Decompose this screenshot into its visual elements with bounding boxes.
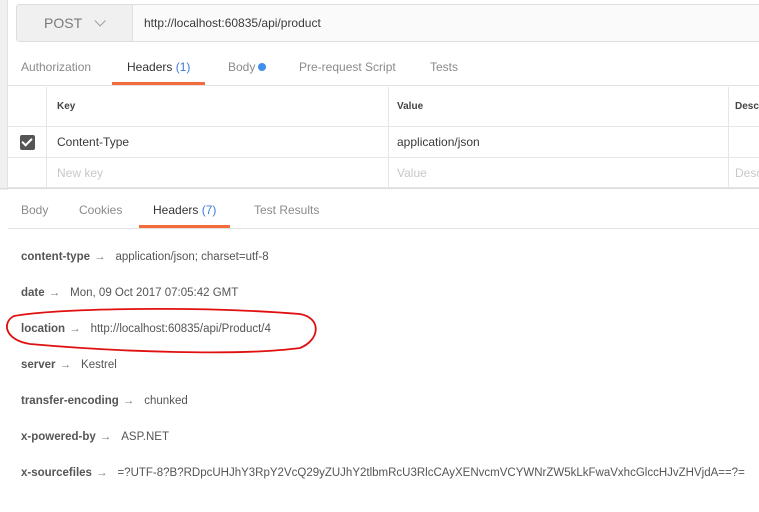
- request-bar: POST http://localhost:60835/api/product: [16, 4, 759, 42]
- response-header-key: server: [21, 359, 56, 371]
- response-tabs: Body Cookies Headers (7) Test Results: [8, 197, 759, 229]
- header-key-input[interactable]: Content-Type: [46, 127, 388, 157]
- chevron-down-icon: [94, 15, 106, 27]
- method-select[interactable]: POST: [17, 5, 133, 41]
- new-description-input[interactable]: Desc: [728, 158, 759, 187]
- response-header-value: http://localhost:60835/api/Product/4: [90, 323, 271, 335]
- response-header-value: application/json; charset=utf-8: [115, 251, 269, 263]
- column-header-description: Descr: [728, 87, 759, 126]
- list-item: date → Mon, 09 Oct 2017 07:05:42 GMT: [21, 284, 238, 302]
- left-gutter: [0, 0, 8, 190]
- table-row: Content-Type application/json: [8, 127, 759, 158]
- tab-body-label: Body: [228, 60, 256, 74]
- tab-authorization[interactable]: Authorization: [21, 54, 91, 85]
- arrow-right-icon: →: [59, 359, 72, 371]
- list-item: location → http://localhost:60835/api/Pr…: [21, 320, 271, 338]
- arrow-right-icon: →: [94, 251, 106, 263]
- table-row-new: New key Value Desc: [8, 158, 759, 188]
- arrow-right-icon: →: [122, 395, 135, 407]
- row-enabled-checkbox[interactable]: [19, 134, 35, 150]
- response-header-key: x-sourcefiles: [21, 467, 92, 479]
- tab-headers[interactable]: Headers (1): [112, 54, 206, 85]
- response-header-value: Kestrel: [81, 359, 117, 371]
- response-tab-cookies[interactable]: Cookies: [79, 197, 122, 228]
- method-label: POST: [44, 15, 83, 31]
- arrow-right-icon: →: [99, 431, 112, 443]
- response-header-value: ASP.NET: [121, 431, 169, 443]
- tab-body[interactable]: Body: [228, 54, 267, 85]
- list-item: transfer-encoding → chunked: [21, 392, 188, 410]
- request-tabs: Authorization Headers (1) Body Pre-reque…: [8, 54, 759, 86]
- response-tab-headers-label: Headers: [153, 203, 199, 217]
- response-header-value: Mon, 09 Oct 2017 07:05:42 GMT: [70, 287, 239, 299]
- header-description-input[interactable]: [728, 127, 759, 157]
- tab-tests[interactable]: Tests: [430, 54, 458, 85]
- response-header-value: chunked: [144, 395, 188, 407]
- column-header-key: Key: [46, 87, 388, 126]
- response-tab-test-results[interactable]: Test Results: [254, 197, 319, 228]
- new-row-check-cell: [8, 158, 46, 187]
- modified-dot-icon: [258, 63, 267, 71]
- tab-pre-request-script[interactable]: Pre-request Script: [299, 54, 396, 85]
- list-item: x-sourcefiles → =?UTF-8?B?RDpcUHJhY3RpY2…: [21, 464, 745, 482]
- row-enabled-cell: [8, 127, 46, 157]
- list-item: content-type → application/json; charset…: [21, 248, 269, 266]
- response-tab-body[interactable]: Body: [21, 197, 48, 228]
- response-header-key: transfer-encoding: [21, 395, 119, 407]
- header-value-input[interactable]: application/json: [388, 127, 728, 157]
- response-header-key: content-type: [21, 251, 90, 263]
- tab-headers-count: (1): [175, 60, 191, 74]
- response-tab-headers[interactable]: Headers (7): [139, 197, 231, 228]
- arrow-right-icon: →: [48, 287, 61, 299]
- response-tab-headers-count: (7): [201, 203, 217, 217]
- new-value-input[interactable]: Value: [388, 158, 728, 187]
- pane-divider[interactable]: [0, 188, 759, 189]
- response-header-key: date: [21, 287, 45, 299]
- column-header-value: Value: [388, 87, 728, 126]
- checkbox-column-header: [8, 87, 46, 126]
- response-header-key: location: [21, 323, 66, 335]
- list-item: server → Kestrel: [21, 356, 117, 374]
- response-header-key: x-powered-by: [21, 431, 96, 443]
- url-input[interactable]: http://localhost:60835/api/product: [133, 5, 759, 41]
- arrow-right-icon: →: [95, 467, 108, 479]
- list-item: x-powered-by → ASP.NET: [21, 428, 169, 446]
- response-header-value: =?UTF-8?B?RDpcUHJhY3RpY2VcQ29yZUJhY2tlbm…: [117, 467, 745, 479]
- tab-headers-label: Headers: [127, 60, 173, 74]
- new-key-input[interactable]: New key: [46, 158, 388, 187]
- table-header-row: Key Value Descr: [8, 87, 759, 127]
- arrow-right-icon: →: [69, 323, 81, 335]
